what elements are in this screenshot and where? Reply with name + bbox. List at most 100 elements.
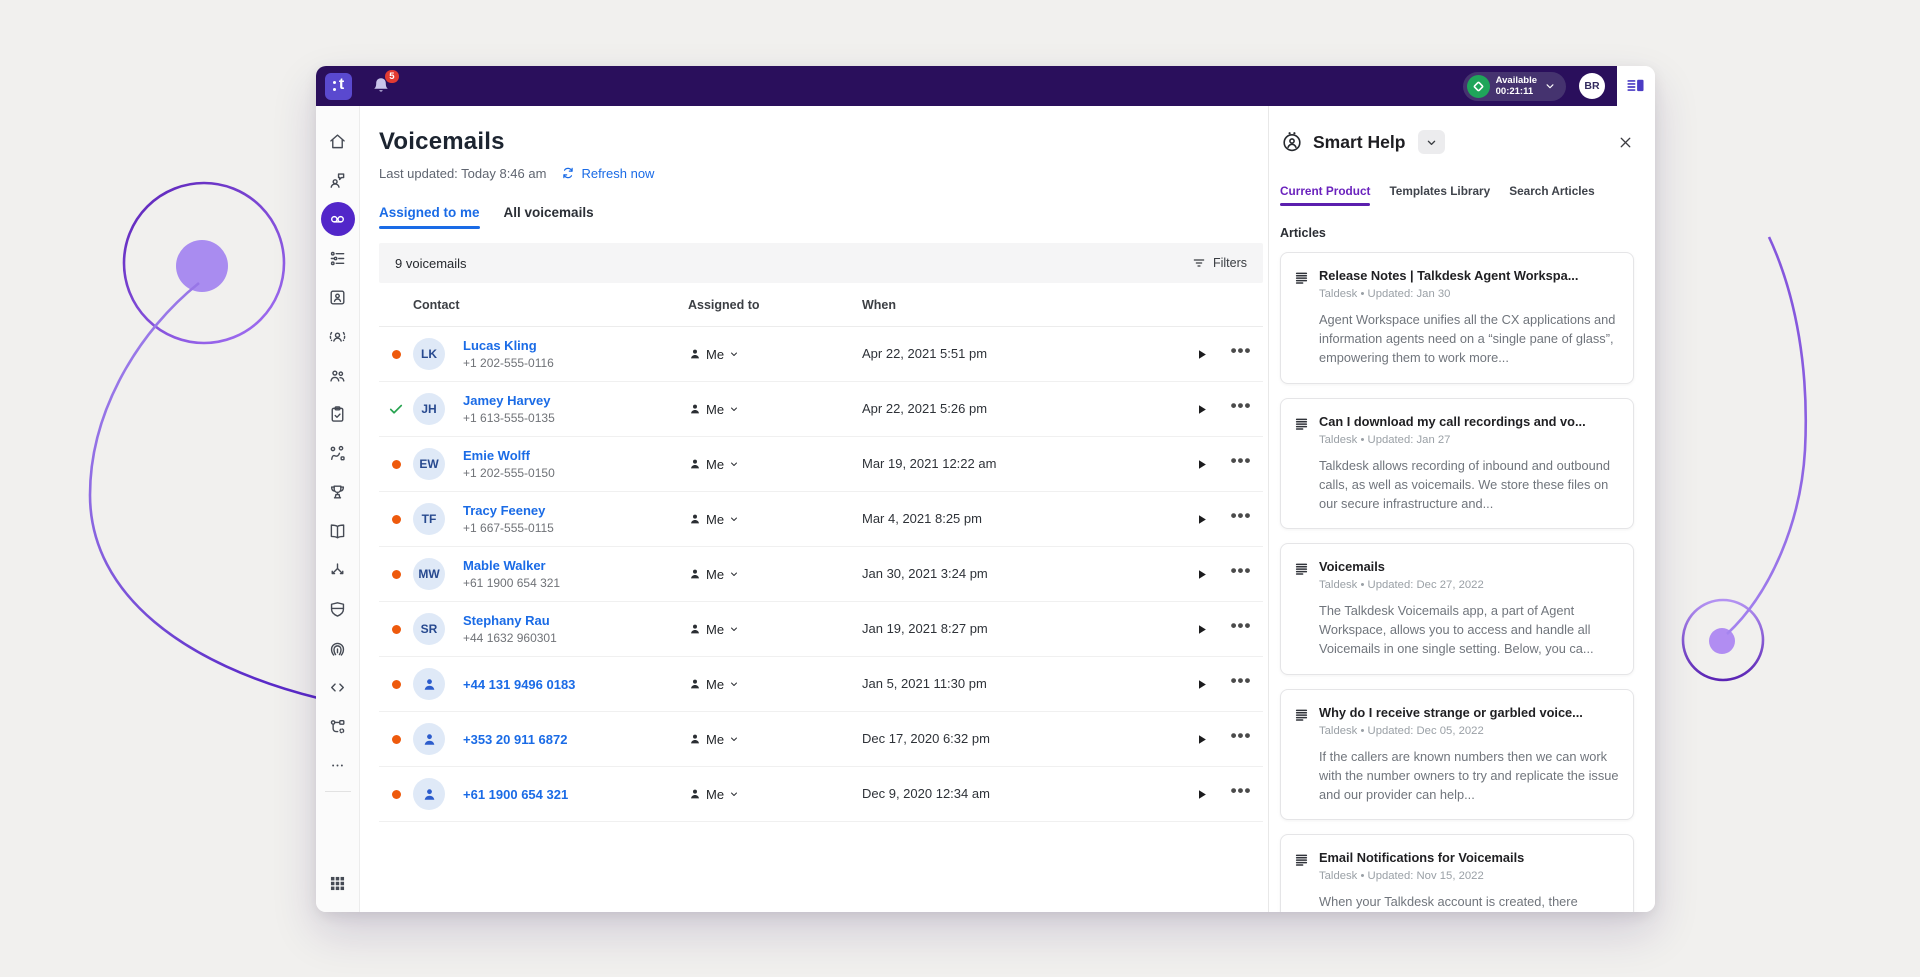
assigned-to-dropdown[interactable]: Me xyxy=(688,457,862,472)
sidebar-item-tasks[interactable] xyxy=(321,397,355,431)
sidebar-item-developer[interactable] xyxy=(321,670,355,704)
help-tab-current-product[interactable]: Current Product xyxy=(1280,184,1370,206)
play-button[interactable] xyxy=(1194,402,1209,417)
article-meta: Taldesk • Updated: Jan 27 xyxy=(1319,434,1619,446)
agent-status-selector[interactable]: Available 00:21:11 xyxy=(1463,72,1566,101)
assigned-to-dropdown[interactable]: Me xyxy=(688,787,862,802)
person-icon xyxy=(688,347,702,361)
sidebar-item-engagement[interactable] xyxy=(321,436,355,470)
article-card[interactable]: Release Notes | Talkdesk Agent Workspa..… xyxy=(1280,252,1634,384)
assigned-to-dropdown[interactable]: Me xyxy=(688,567,862,582)
voicemail-row: +61 1900 654 321MeDec 9, 2020 12:34 am••… xyxy=(379,767,1263,822)
contact-name-link[interactable]: Stephany Rau xyxy=(463,613,688,628)
contact-name-link[interactable]: +353 20 911 6872 xyxy=(463,732,688,747)
contact-name-link[interactable]: Lucas Kling xyxy=(463,338,688,353)
article-title: Email Notifications for Voicemails xyxy=(1319,850,1578,866)
topbar-main: t 5 Available 00:21:11 BR xyxy=(316,66,1617,106)
article-card[interactable]: Email Notifications for VoicemailsTaldes… xyxy=(1280,834,1634,912)
chevron-down-icon xyxy=(728,348,740,360)
more-options-button[interactable]: ••• xyxy=(1231,781,1252,807)
sidebar-item-voicemails[interactable] xyxy=(321,202,355,236)
assigned-to-value: Me xyxy=(706,402,724,417)
contact-name-link[interactable]: Tracy Feeney xyxy=(463,503,688,518)
status-timer: 00:21:11 xyxy=(1496,86,1537,97)
assigned-to-dropdown[interactable]: Me xyxy=(688,622,862,637)
logo-letter: t xyxy=(339,76,344,94)
user-avatar[interactable]: BR xyxy=(1579,73,1605,99)
article-card[interactable]: VoicemailsTaldesk • Updated: Dec 27, 202… xyxy=(1280,543,1634,675)
refresh-now-button[interactable]: Refresh now xyxy=(560,165,654,181)
unread-dot-icon xyxy=(392,350,401,359)
unread-dot-icon xyxy=(392,735,401,744)
sidebar-item-identity[interactable] xyxy=(321,631,355,665)
sidebar-item-contacts[interactable] xyxy=(321,280,355,314)
help-tab-templates-library[interactable]: Templates Library xyxy=(1389,184,1490,206)
person-icon xyxy=(688,402,702,416)
article-card[interactable]: Why do I receive strange or garbled voic… xyxy=(1280,689,1634,821)
contact-name-link[interactable]: +61 1900 654 321 xyxy=(463,787,688,802)
filters-button[interactable]: Filters xyxy=(1191,255,1247,271)
contact-name-link[interactable]: Emie Wolff xyxy=(463,448,688,463)
more-options-button[interactable]: ••• xyxy=(1231,671,1252,697)
assigned-to-dropdown[interactable]: Me xyxy=(688,347,862,362)
contact-name-link[interactable]: +44 131 9496 0183 xyxy=(463,677,688,692)
read-check-icon xyxy=(387,400,405,418)
chevron-down-icon xyxy=(728,403,740,415)
chevron-down-icon xyxy=(728,623,740,635)
trophy-icon xyxy=(327,482,348,503)
sidebar-item-agent-assist[interactable] xyxy=(321,319,355,353)
sidebar-item-routing[interactable] xyxy=(321,553,355,587)
column-when: When xyxy=(862,298,1183,312)
left-dot xyxy=(176,240,228,292)
sidebar-item-performance[interactable] xyxy=(321,475,355,509)
notifications-button[interactable]: 5 xyxy=(369,74,393,98)
assigned-to-dropdown[interactable]: Me xyxy=(688,732,862,747)
sidebar-item-knowledge[interactable] xyxy=(321,514,355,548)
chevron-down-icon xyxy=(728,788,740,800)
sidebar-item-apps[interactable] xyxy=(321,866,355,900)
play-button[interactable] xyxy=(1194,347,1209,362)
play-button[interactable] xyxy=(1194,567,1209,582)
play-button[interactable] xyxy=(1194,457,1209,472)
sidebar-item-automations[interactable] xyxy=(321,709,355,743)
tab-all-voicemails[interactable]: All voicemails xyxy=(504,205,594,229)
conversation-panel-toggle-icon[interactable] xyxy=(1625,75,1647,97)
assigned-to-dropdown[interactable]: Me xyxy=(688,512,862,527)
more-options-button[interactable]: ••• xyxy=(1231,616,1252,642)
tab-assigned-to-me[interactable]: Assigned to me xyxy=(379,205,480,229)
help-tab-search-articles[interactable]: Search Articles xyxy=(1509,184,1594,206)
more-options-button[interactable]: ••• xyxy=(1231,506,1252,532)
page-title: Voicemails xyxy=(379,128,1263,156)
sidebar-item-conversations[interactable] xyxy=(321,163,355,197)
sidebar-item-teams[interactable] xyxy=(321,358,355,392)
robot-icon xyxy=(327,716,348,737)
contact-name-link[interactable]: Jamey Harvey xyxy=(463,393,688,408)
assigned-to-dropdown[interactable]: Me xyxy=(688,677,862,692)
article-card[interactable]: Can I download my call recordings and vo… xyxy=(1280,398,1634,530)
sidebar-item-security[interactable] xyxy=(321,592,355,626)
contact-avatar: SR xyxy=(413,613,445,645)
person-icon xyxy=(688,567,702,581)
play-button[interactable] xyxy=(1194,512,1209,527)
assigned-to-dropdown[interactable]: Me xyxy=(688,402,862,417)
smart-help-close-button[interactable] xyxy=(1617,134,1634,151)
play-button[interactable] xyxy=(1194,787,1209,802)
sidebar-item-activities[interactable] xyxy=(321,241,355,275)
play-button[interactable] xyxy=(1194,622,1209,637)
more-options-button[interactable]: ••• xyxy=(1231,396,1252,422)
more-options-button[interactable]: ••• xyxy=(1231,341,1252,367)
talkdesk-logo[interactable]: t xyxy=(325,73,352,100)
unread-dot-icon xyxy=(392,570,401,579)
more-options-button[interactable]: ••• xyxy=(1231,726,1252,752)
play-button[interactable] xyxy=(1194,732,1209,747)
contact-name-link[interactable]: Mable Walker xyxy=(463,558,688,573)
contact-phone: +1 202-555-0150 xyxy=(463,466,688,480)
contact-avatar xyxy=(413,778,445,810)
more-options-button[interactable]: ••• xyxy=(1231,561,1252,587)
logo-dots xyxy=(333,81,336,91)
play-button[interactable] xyxy=(1194,677,1209,692)
sidebar-item-more[interactable] xyxy=(321,748,355,782)
smart-help-collapse-button[interactable] xyxy=(1418,130,1445,154)
sidebar-item-home[interactable] xyxy=(321,124,355,158)
more-options-button[interactable]: ••• xyxy=(1231,451,1252,477)
